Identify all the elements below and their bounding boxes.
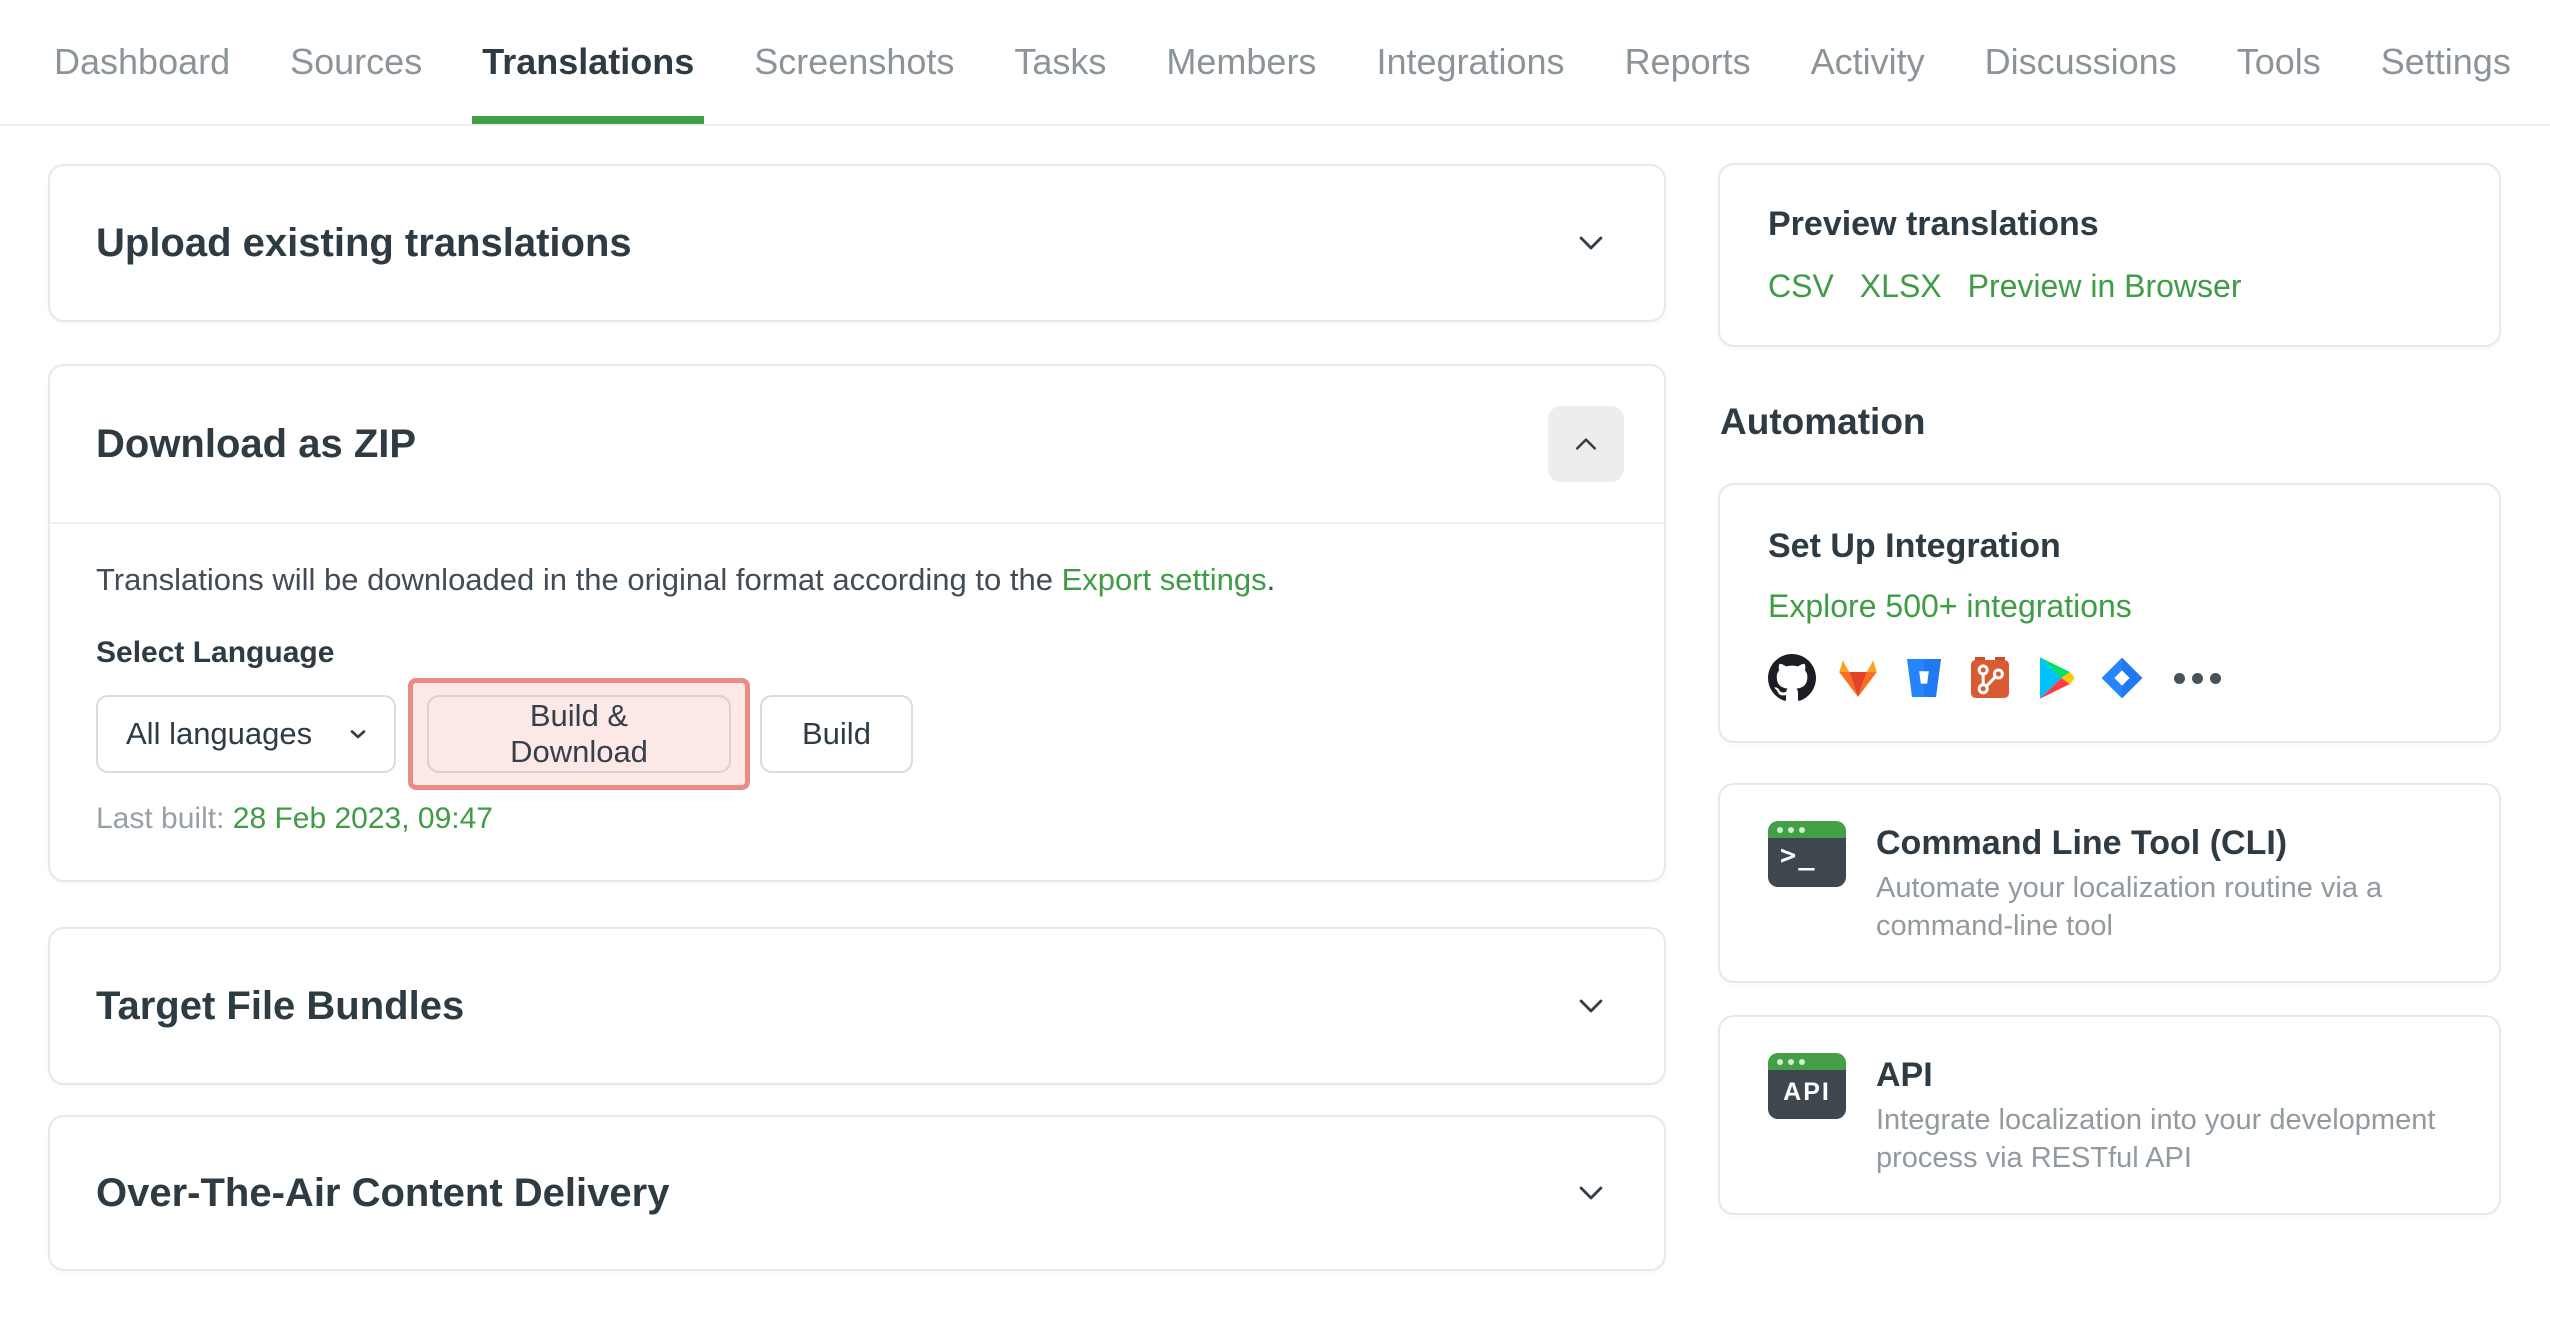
description-text: Translations will be downloaded in the o…: [96, 562, 1062, 597]
page-content: Upload existing translations Download as…: [0, 126, 2550, 1271]
api-description: Integrate localization into your develop…: [1876, 1104, 2436, 1174]
cli-card[interactable]: >_ Command Line Tool (CLI) Automate your…: [1718, 783, 2501, 983]
panel-title: Over-The-Air Content Delivery: [96, 1170, 670, 1215]
nav-item-integrations[interactable]: Integrations: [1370, 0, 1570, 124]
preview-translations-title: Preview translations: [1768, 205, 2099, 243]
build-button[interactable]: Build: [760, 695, 913, 773]
nav-item-tools[interactable]: Tools: [2231, 0, 2327, 124]
more-integrations-icon[interactable]: [2174, 672, 2221, 684]
terminal-icon: >_: [1768, 821, 1846, 887]
preview-translations-card: Preview translations CSV XLSX Preview in…: [1718, 163, 2501, 347]
chevron-down-icon: [1579, 999, 1603, 1013]
xlsx-link[interactable]: XLSX: [1860, 268, 1942, 305]
main-column: Upload existing translations Download as…: [48, 126, 1666, 1271]
git-icon[interactable]: [1966, 654, 2014, 702]
set-up-integration-title: Set Up Integration: [1768, 527, 2061, 565]
nav-item-activity[interactable]: Activity: [1805, 0, 1931, 124]
preview-links-row: CSV XLSX Preview in Browser: [1768, 268, 2451, 305]
chevron-down-icon: [350, 730, 366, 739]
target-file-bundles-panel-header[interactable]: Target File Bundles: [48, 927, 1666, 1085]
build-and-download-button[interactable]: Build & Download: [427, 695, 731, 773]
main-nav: Dashboard Sources Translations Screensho…: [0, 0, 2550, 126]
nav-item-discussions[interactable]: Discussions: [1979, 0, 2183, 124]
set-up-integration-card: Set Up Integration Explore 500+ integrat…: [1718, 483, 2501, 743]
nav-item-screenshots[interactable]: Screenshots: [748, 0, 960, 124]
integration-icons-row: [1768, 653, 2451, 703]
build-download-highlight-annotation: Build & Download: [408, 678, 750, 790]
ota-content-delivery-panel-header[interactable]: Over-The-Air Content Delivery: [48, 1115, 1666, 1271]
last-built-label: Last built:: [96, 802, 225, 835]
nav-item-members[interactable]: Members: [1160, 0, 1322, 124]
download-as-zip-panel-header[interactable]: Download as ZIP: [50, 366, 1664, 522]
cli-card-text: Command Line Tool (CLI) Automate your lo…: [1876, 821, 2451, 945]
api-icon: API: [1768, 1053, 1846, 1119]
last-built-date: 28 Feb 2023, 09:47: [232, 802, 493, 835]
nav-item-translations[interactable]: Translations: [472, 0, 705, 124]
language-select-value: All languages: [126, 716, 313, 751]
nav-item-reports[interactable]: Reports: [1619, 0, 1757, 124]
cli-description: Automate your localization routine via a…: [1876, 872, 2383, 942]
terminal-prompt-glyph: >_: [1780, 840, 1817, 871]
download-description: Translations will be downloaded in the o…: [96, 560, 1618, 600]
api-title: API: [1876, 1056, 1933, 1094]
panel-title: Download as ZIP: [96, 421, 417, 466]
panel-title: Target File Bundles: [96, 983, 465, 1028]
nav-item-sources[interactable]: Sources: [284, 0, 428, 124]
select-language-label: Select Language: [96, 636, 335, 669]
nav-item-settings[interactable]: Settings: [2375, 0, 2517, 124]
gitlab-icon[interactable]: [1834, 654, 1882, 702]
build-controls-row: All languages Build & Download Build: [96, 678, 1618, 790]
export-settings-link[interactable]: Export settings: [1062, 562, 1267, 597]
jira-icon[interactable]: [2098, 654, 2146, 702]
panel-title: Upload existing translations: [96, 220, 632, 265]
nav-item-tasks[interactable]: Tasks: [1008, 0, 1112, 124]
bitbucket-icon[interactable]: [1900, 654, 1948, 702]
chevron-up-icon: [1576, 438, 1596, 450]
csv-link[interactable]: CSV: [1768, 268, 1834, 305]
cli-title: Command Line Tool (CLI): [1876, 824, 2288, 862]
collapse-panel-button[interactable]: [1548, 406, 1624, 482]
language-select[interactable]: All languages: [96, 695, 396, 773]
github-icon[interactable]: [1768, 654, 1816, 702]
api-card[interactable]: API API Integrate localization into your…: [1718, 1015, 2501, 1215]
sidebar: Preview translations CSV XLSX Preview in…: [1718, 126, 2501, 1215]
chevron-down-icon: [1579, 1186, 1603, 1200]
active-tab-underline: [472, 116, 705, 124]
download-as-zip-panel: Download as ZIP Translations will be dow…: [48, 364, 1666, 882]
chevron-down-icon: [1579, 236, 1603, 250]
api-card-text: API Integrate localization into your dev…: [1876, 1053, 2451, 1177]
download-as-zip-panel-body: Translations will be downloaded in the o…: [50, 522, 1664, 880]
nav-item-dashboard[interactable]: Dashboard: [48, 0, 236, 124]
google-play-icon[interactable]: [2032, 654, 2080, 702]
nav-item-label: Translations: [482, 41, 695, 82]
upload-translations-panel-header[interactable]: Upload existing translations: [48, 164, 1666, 322]
automation-heading: Automation: [1720, 401, 1926, 442]
explore-integrations-link[interactable]: Explore 500+ integrations: [1768, 588, 2132, 624]
description-period: .: [1266, 562, 1276, 597]
last-built-status: Last built: 28 Feb 2023, 09:47: [96, 802, 1618, 836]
api-icon-label: API: [1783, 1078, 1831, 1106]
preview-in-browser-link[interactable]: Preview in Browser: [1968, 268, 2242, 305]
